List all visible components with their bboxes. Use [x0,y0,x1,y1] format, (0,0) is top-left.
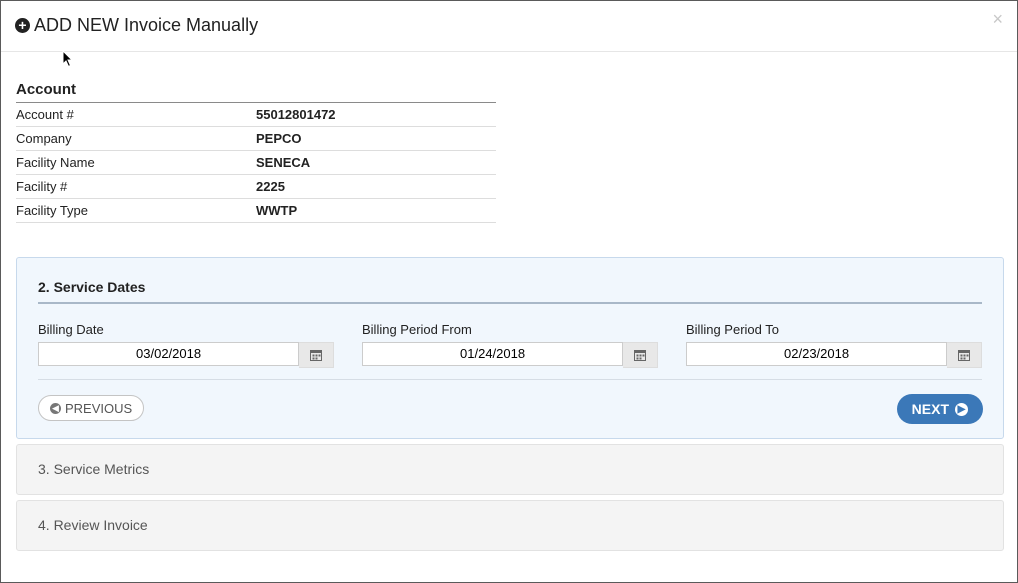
next-button[interactable]: NEXT ▶ [896,394,983,424]
billing-period-from-label: Billing Period From [362,322,472,337]
previous-button[interactable]: ◀ PREVIOUS [38,395,145,421]
modal-title: + ADD NEW Invoice Manually [15,15,258,36]
account-row-label: Account # [16,107,74,122]
billing-period-to-label: Billing Period To [686,322,779,337]
billing-period-to-input-group [686,342,982,368]
step-service-metrics[interactable]: 3. Service Metrics [16,444,1004,495]
arrow-right-circle-icon: ▶ [955,402,968,416]
divider [38,379,982,380]
billing-period-from-input-group [362,342,658,368]
billing-date-label: Billing Date [38,322,104,337]
mouse-cursor-icon [62,50,74,68]
account-row: Facility Name SENECA [16,151,496,175]
calendar-icon[interactable] [947,342,982,368]
account-row: Account # 55012801472 [16,103,496,127]
billing-period-to-input[interactable] [686,342,948,366]
billing-period-from-field: Billing Period From [362,322,658,368]
service-dates-panel: 2. Service Dates Billing Date Billing Pe… [16,257,1004,439]
billing-date-field: Billing Date [38,322,334,368]
heading-rule [38,302,982,304]
account-row-label: Company [16,131,72,146]
account-row: Company PEPCO [16,127,496,151]
account-row-label: Facility # [16,179,68,194]
calendar-icon[interactable] [299,342,334,368]
account-row-label: Facility Type [16,203,89,218]
billing-date-input-group [38,342,334,368]
account-row-value: 55012801472 [256,107,336,122]
plus-circle-icon: + [15,18,30,33]
calendar-icon[interactable] [623,342,658,368]
account-row-label: Facility Name [16,155,95,170]
modal-header: + ADD NEW Invoice Manually × [1,1,1017,52]
account-row-value: PEPCO [256,131,302,146]
previous-button-label: PREVIOUS [65,400,133,416]
close-icon[interactable]: × [992,9,1003,30]
service-dates-heading: 2. Service Dates [38,279,146,295]
account-section: Account Account # 55012801472 Company PE… [16,81,496,223]
billing-period-from-input[interactable] [362,342,624,366]
step-review-invoice[interactable]: 4. Review Invoice [16,500,1004,551]
account-row: Facility Type WWTP [16,199,496,223]
billing-period-to-field: Billing Period To [686,322,982,368]
account-row-value: WWTP [256,203,298,218]
billing-date-input[interactable] [38,342,300,366]
account-heading: Account [16,81,496,103]
account-row-value: SENECA [256,155,311,170]
step-service-metrics-label: 3. Service Metrics [38,461,150,477]
arrow-left-circle-icon: ◀ [50,402,61,414]
step-review-invoice-label: 4. Review Invoice [38,517,148,533]
modal-title-text: ADD NEW Invoice Manually [34,15,259,35]
account-row: Facility # 2225 [16,175,496,199]
next-button-label: NEXT [911,401,949,417]
account-row-value: 2225 [256,179,285,194]
modal: + ADD NEW Invoice Manually × Account Acc… [0,0,1018,583]
